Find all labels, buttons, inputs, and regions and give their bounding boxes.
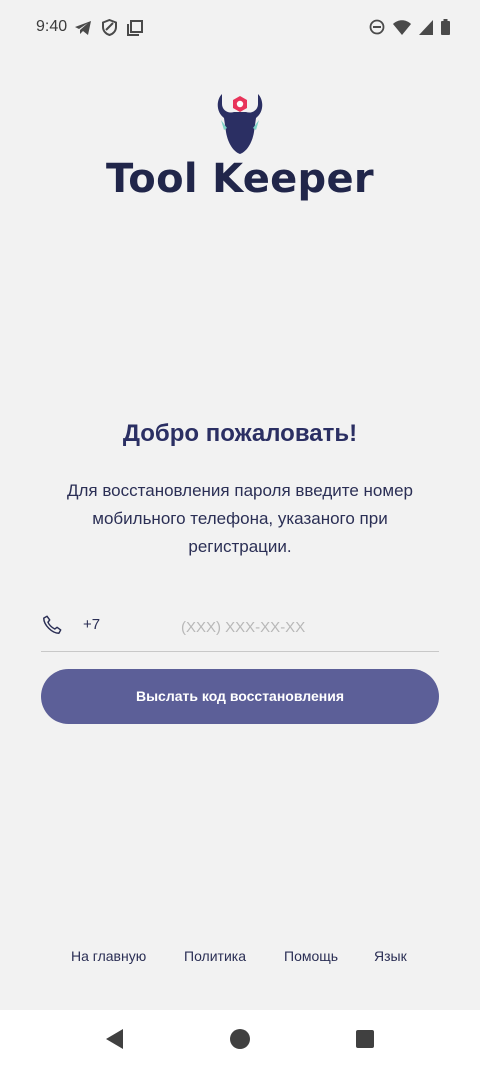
status-time: 9:40: [36, 18, 68, 35]
system-nav-bar: [0, 1010, 480, 1066]
footer-link-help[interactable]: Помощь: [284, 948, 338, 964]
copy-icon: [127, 19, 143, 36]
brand-name: Tool Keeper: [106, 156, 374, 202]
welcome-description: Для восстановления пароля введите номер …: [66, 481, 413, 556]
wifi-icon: [393, 19, 411, 35]
status-right-icons: [369, 19, 450, 35]
tool-keeper-logo-icon: [217, 94, 263, 154]
footer-link-home[interactable]: На главную: [71, 948, 146, 964]
footer-link-language[interactable]: Язык: [374, 948, 407, 964]
send-recovery-code-button[interactable]: Выслать код восстановления: [41, 669, 439, 724]
welcome-title: Добро пожаловать!: [122, 420, 358, 447]
footer-links: На главную Политика Помощь Язык: [0, 948, 480, 968]
footer-link-policy[interactable]: Политика: [184, 948, 246, 964]
recents-icon[interactable]: [354, 1028, 376, 1050]
phone-field[interactable]: +7: [41, 604, 439, 652]
dnd-icon: [369, 19, 385, 35]
phone-input[interactable]: [171, 610, 439, 644]
phone-country-code[interactable]: +7: [83, 616, 100, 633]
status-left-icons: [74, 19, 143, 36]
home-icon[interactable]: [229, 1028, 251, 1050]
back-icon[interactable]: [104, 1028, 126, 1050]
telegram-icon: [75, 20, 91, 35]
phone-icon: [43, 615, 62, 634]
signal-icon: [419, 19, 433, 35]
status-bar: 9:40: [0, 0, 480, 56]
screen: 9:40 Tool Keeper Добро пожаловать! Для в…: [0, 0, 480, 1066]
shield-icon: [102, 19, 117, 36]
battery-icon: [441, 19, 450, 35]
